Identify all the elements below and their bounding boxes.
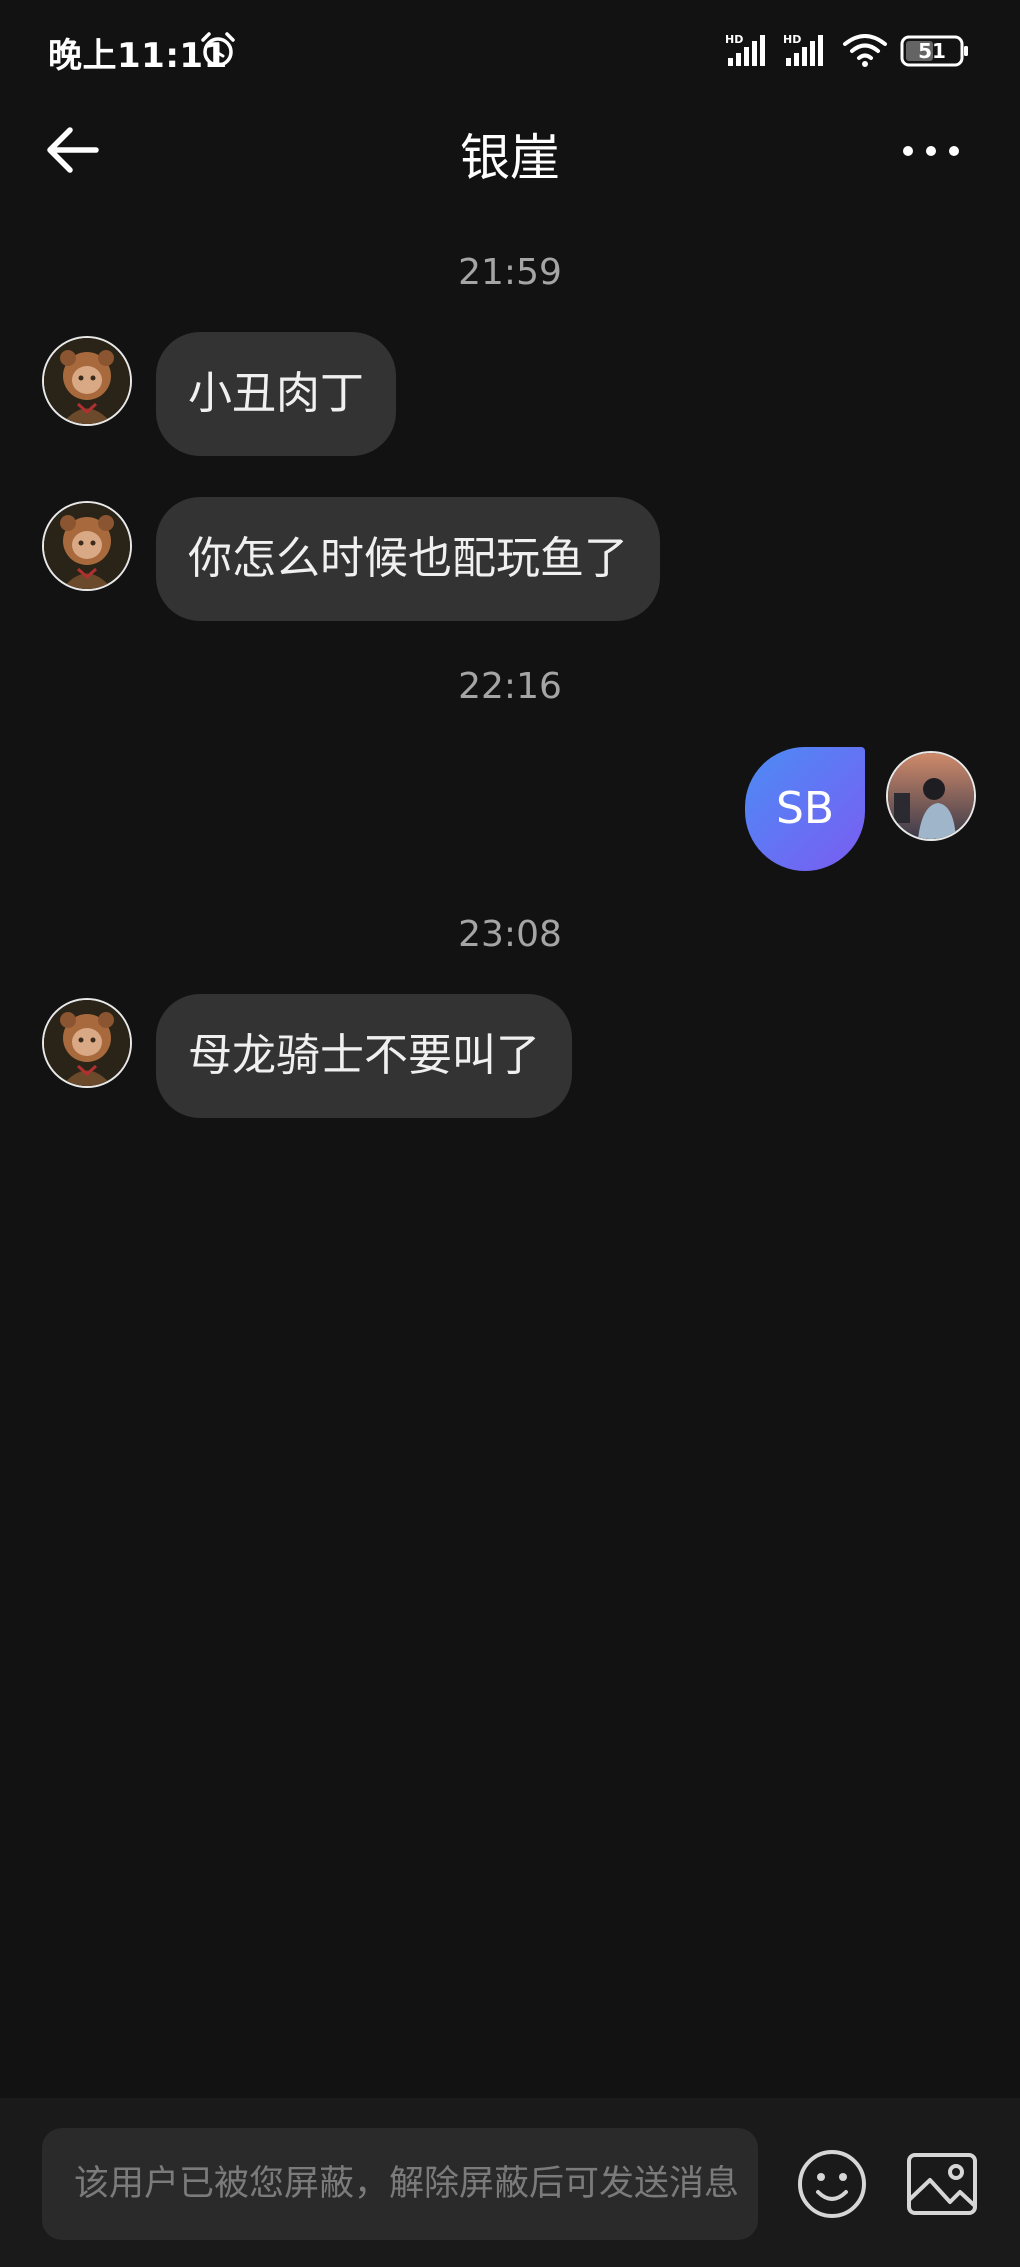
battery-level: 51 [918,39,946,63]
message-bubble-sent[interactable]: SB [745,747,865,871]
chat-title: 银崖 [460,129,560,187]
alarm-icon [201,32,235,67]
message-bubble-received[interactable]: 你怎么时候也配玩鱼了 [156,497,660,621]
status-bar: 晚上11:11 HD HD 51 [0,0,1020,100]
message-input[interactable]: 该用户已被您屏蔽，解除屏蔽后可发送消息 [42,2128,758,2240]
hd-signal-icon: HD [783,33,823,66]
contact-avatar[interactable] [42,501,132,591]
svg-text:HD: HD [725,33,743,46]
emoji-icon[interactable] [796,2148,868,2220]
message-timestamp: 23:08 [458,914,562,955]
message-timestamp: 21:59 [458,252,562,293]
chat-header: 银崖 [0,100,1020,205]
input-bar: 该用户已被您屏蔽，解除屏蔽后可发送消息 [0,2098,1020,2267]
more-dots-icon[interactable] [896,126,966,176]
image-icon[interactable] [906,2152,978,2216]
message-bubble-received[interactable]: 小丑肉丁 [156,332,396,456]
my-avatar[interactable] [886,751,976,841]
svg-text:HD: HD [783,33,801,46]
message-bubble-received[interactable]: 母龙骑士不要叫了 [156,994,572,1118]
hd-signal-icon: HD [725,33,765,66]
message-timestamp: 22:16 [458,666,562,707]
contact-avatar[interactable] [42,998,132,1088]
contact-avatar[interactable] [42,336,132,426]
wifi-icon [843,34,887,67]
